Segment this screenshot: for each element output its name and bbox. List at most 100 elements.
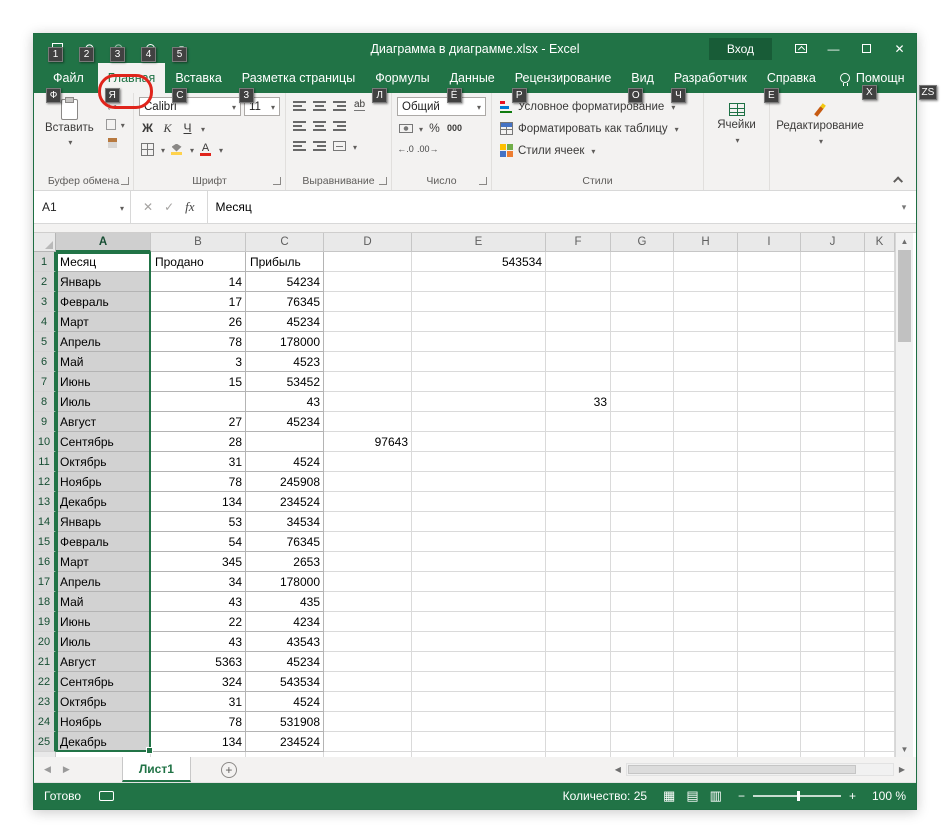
cell-K18[interactable]: [865, 592, 895, 612]
zoom-out-icon[interactable]: −: [738, 789, 745, 803]
cell-F22[interactable]: [546, 672, 611, 692]
cell-D6[interactable]: [324, 352, 412, 372]
cell-E24[interactable]: [412, 712, 546, 732]
tab-review[interactable]: Рецензирование P: [505, 63, 622, 103]
cell-D18[interactable]: [324, 592, 412, 612]
cell-K10[interactable]: [865, 432, 895, 452]
cell-K23[interactable]: [865, 692, 895, 712]
scroll-up-icon[interactable]: ▲: [896, 233, 913, 249]
horizontal-scroll-track[interactable]: [625, 763, 894, 776]
cell-G4[interactable]: [611, 312, 674, 332]
cell-C19[interactable]: 4234: [246, 612, 324, 632]
cell-D25[interactable]: [324, 732, 412, 752]
row-header-24[interactable]: 24: [34, 712, 56, 732]
cell-I15[interactable]: [738, 532, 801, 552]
cell-K20[interactable]: [865, 632, 895, 652]
cell-G3[interactable]: [611, 292, 674, 312]
cell-G9[interactable]: [611, 412, 674, 432]
tab-view[interactable]: Вид O: [621, 63, 664, 103]
zoom-level[interactable]: 100 %: [872, 789, 906, 803]
cell-J12[interactable]: [801, 472, 865, 492]
cell-K21[interactable]: [865, 652, 895, 672]
customize-qat-button[interactable]: ▾ 5: [166, 34, 197, 63]
cell-B2[interactable]: 14: [151, 272, 246, 292]
cell-I18[interactable]: [738, 592, 801, 612]
number-dialog-launcher[interactable]: [479, 177, 487, 185]
increase-indent-button[interactable]: [311, 138, 328, 155]
cell-F13[interactable]: [546, 492, 611, 512]
cell-F25[interactable]: [546, 732, 611, 752]
cell-I19[interactable]: [738, 612, 801, 632]
cell-F19[interactable]: [546, 612, 611, 632]
cell-E13[interactable]: [412, 492, 546, 512]
borders-dropdown[interactable]: [159, 140, 165, 158]
cell-K15[interactable]: [865, 532, 895, 552]
cell-K14[interactable]: [865, 512, 895, 532]
cell-B7[interactable]: 15: [151, 372, 246, 392]
cell-D9[interactable]: [324, 412, 412, 432]
confirm-entry-icon[interactable]: ✓: [164, 200, 174, 214]
cell-B14[interactable]: 53: [151, 512, 246, 532]
cell-J22[interactable]: [801, 672, 865, 692]
cell-D2[interactable]: [324, 272, 412, 292]
cell-G21[interactable]: [611, 652, 674, 672]
cell-J23[interactable]: [801, 692, 865, 712]
conditional-formatting-button[interactable]: Условное форматирование: [497, 97, 698, 116]
cell-E9[interactable]: [412, 412, 546, 432]
cell-K25[interactable]: [865, 732, 895, 752]
cell-A22[interactable]: Сентябрь: [56, 672, 151, 692]
fill-handle[interactable]: [146, 747, 153, 754]
cell-D23[interactable]: [324, 692, 412, 712]
cell-E23[interactable]: [412, 692, 546, 712]
cell-H24[interactable]: [674, 712, 738, 732]
cell-C23[interactable]: 4524: [246, 692, 324, 712]
cell-A4[interactable]: Март: [56, 312, 151, 332]
cell-J9[interactable]: [801, 412, 865, 432]
decrease-indent-button[interactable]: [291, 138, 308, 155]
cell-A2[interactable]: Январь: [56, 272, 151, 292]
cell-D3[interactable]: [324, 292, 412, 312]
cell-B17[interactable]: 34: [151, 572, 246, 592]
cell-I23[interactable]: [738, 692, 801, 712]
scroll-down-icon[interactable]: ▼: [896, 741, 913, 757]
cell-A1[interactable]: Месяц: [56, 252, 151, 272]
cell-J14[interactable]: [801, 512, 865, 532]
cell-C11[interactable]: 4524: [246, 452, 324, 472]
format-as-table-button[interactable]: Форматировать как таблицу: [497, 119, 698, 138]
collapse-ribbon-button[interactable]: [890, 170, 908, 186]
cell-F10[interactable]: [546, 432, 611, 452]
row-header-5[interactable]: 5: [34, 332, 56, 352]
cell-J2[interactable]: [801, 272, 865, 292]
cell-I9[interactable]: [738, 412, 801, 432]
cell-G6[interactable]: [611, 352, 674, 372]
cell-I12[interactable]: [738, 472, 801, 492]
cell-K5[interactable]: [865, 332, 895, 352]
cell-G25[interactable]: [611, 732, 674, 752]
cell-F16[interactable]: [546, 552, 611, 572]
row-header-6[interactable]: 6: [34, 352, 56, 372]
undo-button[interactable]: ↶ 2: [73, 34, 104, 63]
cell-G1[interactable]: [611, 252, 674, 272]
cell-K6[interactable]: [865, 352, 895, 372]
cell-I8[interactable]: [738, 392, 801, 412]
insert-function-button[interactable]: fx: [185, 199, 194, 215]
alignment-dialog-launcher[interactable]: [379, 177, 387, 185]
horizontal-scrollbar[interactable]: ◀ ▶: [610, 761, 910, 778]
cell-F20[interactable]: [546, 632, 611, 652]
cell-I22[interactable]: [738, 672, 801, 692]
cell-G8[interactable]: [611, 392, 674, 412]
tab-file[interactable]: Файл Ф: [39, 63, 98, 103]
cell-B5[interactable]: 78: [151, 332, 246, 352]
cell-C24[interactable]: 531908: [246, 712, 324, 732]
cell-B24[interactable]: 78: [151, 712, 246, 732]
tell-me-assistant-button[interactable]: Помощн X: [830, 63, 915, 100]
cell-H1[interactable]: [674, 252, 738, 272]
share-button[interactable]: Поделиться ZS: [915, 63, 950, 100]
row-header-23[interactable]: 23: [34, 692, 56, 712]
cell-D12[interactable]: [324, 472, 412, 492]
cell-J8[interactable]: [801, 392, 865, 412]
cell-J4[interactable]: [801, 312, 865, 332]
cell-C3[interactable]: 76345: [246, 292, 324, 312]
cell-H18[interactable]: [674, 592, 738, 612]
align-bottom-button[interactable]: [331, 97, 348, 114]
